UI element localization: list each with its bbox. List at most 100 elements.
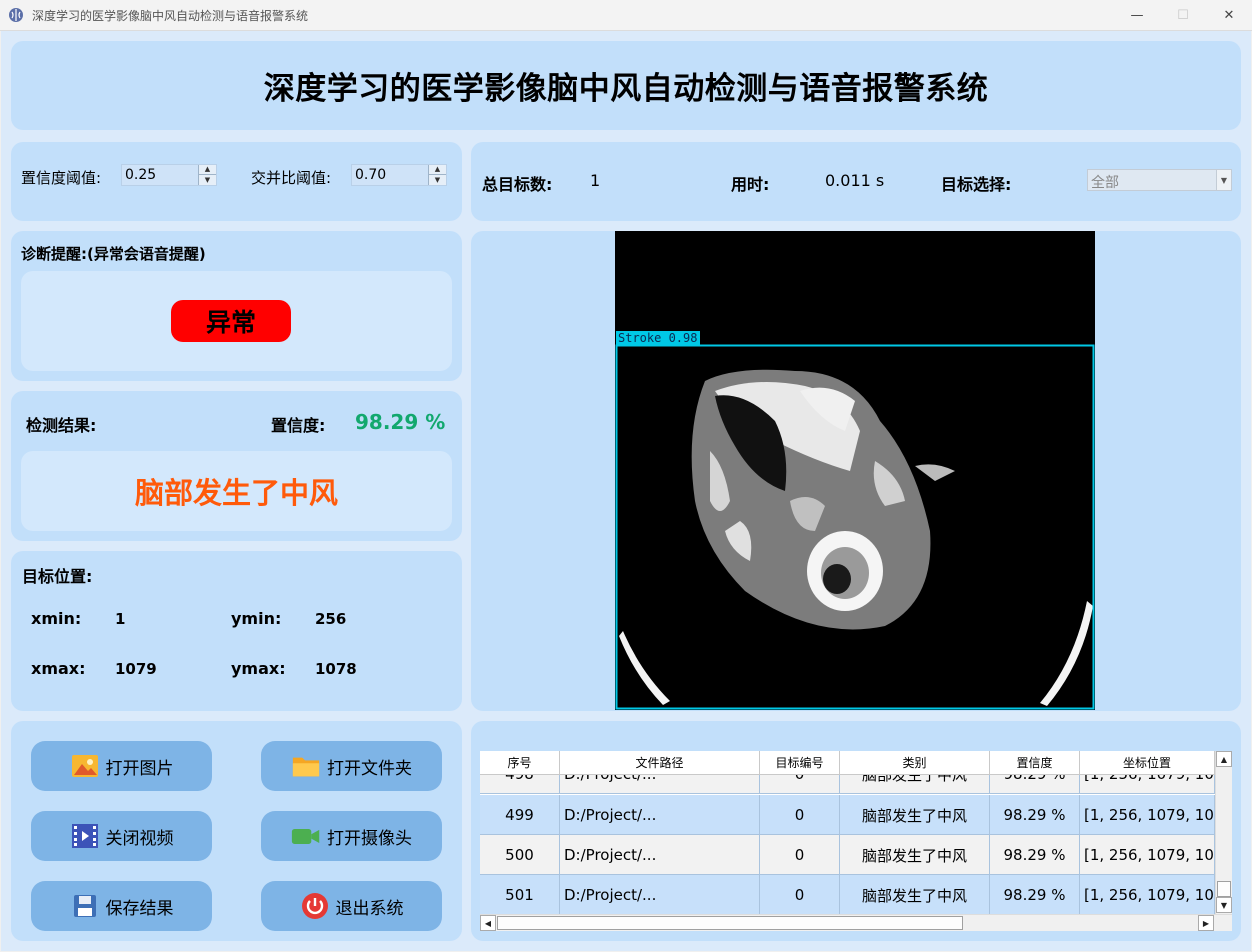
elapsed-time-value: 0.011 s: [825, 171, 885, 190]
vertical-scroll-thumb[interactable]: [1217, 881, 1231, 897]
ymax-value: 1078: [315, 660, 357, 678]
total-targets-label: 总目标数:: [482, 175, 553, 194]
cell-coords: [1, 256, 1079, 1078]: [1080, 795, 1215, 835]
folder-icon: [291, 751, 321, 781]
cell-index: 499: [480, 795, 560, 835]
detection-result-label: 检测结果:: [26, 416, 97, 435]
spin-up-icon[interactable]: ▲: [199, 165, 216, 175]
window-title: 深度学习的医学影像脑中风自动检测与语音报警系统: [32, 8, 309, 23]
column-header-path[interactable]: 文件路径: [560, 751, 760, 775]
cell-confidence: 98.29 %: [990, 835, 1080, 875]
close-video-label: 关闭视频: [105, 828, 174, 849]
power-icon: [300, 891, 330, 921]
ymin-value: 256: [315, 610, 347, 628]
maximize-button[interactable]: ☐: [1160, 0, 1206, 31]
cell-confidence: 98.29 %: [990, 795, 1080, 835]
ymin-label: ymin:: [231, 609, 282, 628]
confidence-label: 置信度:: [271, 416, 326, 435]
open-image-button[interactable]: 打开图片: [31, 741, 212, 791]
open-camera-label: 打开摄像头: [327, 828, 412, 849]
scroll-up-icon[interactable]: ▲: [1216, 751, 1232, 767]
exit-system-button[interactable]: 退出系统: [261, 881, 442, 931]
scroll-down-icon[interactable]: ▼: [1216, 897, 1232, 913]
xmax-value: 1079: [115, 660, 157, 678]
cell-path: D:/Project/...: [560, 835, 760, 875]
minimize-button[interactable]: —: [1114, 0, 1160, 31]
target-select-value: 全部: [1091, 175, 1119, 191]
cell-confidence: 98.29 %: [990, 875, 1080, 915]
confidence-value: 98.29 %: [355, 410, 446, 434]
spin-up-icon[interactable]: ▲: [429, 165, 446, 175]
diagnosis-status-badge: 异常: [171, 300, 291, 342]
scroll-right-icon[interactable]: ▶: [1198, 915, 1214, 931]
conf-threshold-label: 置信度阈值:: [21, 169, 102, 187]
xmin-value: 1: [115, 610, 126, 628]
save-result-label: 保存结果: [105, 898, 174, 919]
ct-image-display: Stroke 0.98: [615, 231, 1095, 710]
iou-threshold-spinbox[interactable]: 0.70 ▲ ▼: [351, 164, 447, 186]
open-image-label: 打开图片: [105, 758, 174, 779]
cell-coords: [1, 256, 1079, 1078]: [1080, 875, 1215, 915]
iou-threshold-value: 0.70: [355, 167, 387, 183]
image-icon: [70, 751, 100, 781]
spin-down-icon[interactable]: ▼: [199, 175, 216, 185]
column-header-index[interactable]: 序号: [480, 751, 560, 775]
open-camera-button[interactable]: 打开摄像头: [261, 811, 442, 861]
ct-scan-image: [615, 231, 1095, 710]
column-header-coords[interactable]: 坐标位置: [1080, 751, 1215, 775]
elapsed-time-label: 用时:: [731, 175, 770, 194]
cell-path: D:/Project/...: [560, 795, 760, 835]
table-header: 序号 文件路径 目标编号 类别 置信度 坐标位置: [480, 751, 1215, 775]
conf-threshold-value: 0.25: [125, 167, 157, 183]
cell-target-id: 0: [760, 835, 840, 875]
brain-app-icon: [9, 8, 23, 22]
scroll-left-icon[interactable]: ◀: [480, 915, 496, 931]
chevron-down-icon[interactable]: ▼: [1216, 170, 1231, 190]
target-select-dropdown[interactable]: 全部 ▼: [1087, 169, 1232, 191]
cell-index: 500: [480, 835, 560, 875]
table-row[interactable]: 499 D:/Project/... 0 脑部发生了中风 98.29 % [1,…: [480, 795, 1215, 835]
table-horizontal-scrollbar[interactable]: ◀ ▶: [480, 914, 1232, 931]
table-row[interactable]: 501 D:/Project/... 0 脑部发生了中风 98.29 % [1,…: [480, 875, 1215, 915]
conf-threshold-spinbox[interactable]: 0.25 ▲ ▼: [121, 164, 217, 186]
window-titlebar: 深度学习的医学影像脑中风自动检测与语音报警系统 — ☐ ✕: [0, 0, 1252, 31]
page-title: 深度学习的医学影像脑中风自动检测与语音报警系统: [263, 71, 989, 107]
total-targets-value: 1: [590, 171, 601, 190]
close-window-button[interactable]: ✕: [1206, 0, 1252, 31]
save-result-button[interactable]: 保存结果: [31, 881, 212, 931]
video-film-icon: [70, 821, 100, 851]
open-folder-button[interactable]: 打开文件夹: [261, 741, 442, 791]
column-header-target-id[interactable]: 目标编号: [760, 751, 840, 775]
xmin-label: xmin:: [31, 609, 82, 628]
diagnosis-label: 诊断提醒:(异常会语音提醒): [21, 245, 206, 263]
xmax-label: xmax:: [31, 659, 86, 678]
column-header-class[interactable]: 类别: [840, 751, 990, 775]
cell-coords: [1, 256, 1079, 1078]: [1080, 835, 1215, 875]
cell-index: 501: [480, 875, 560, 915]
spin-down-icon[interactable]: ▼: [429, 175, 446, 185]
result-inner-box: 脑部发生了中风: [21, 451, 452, 531]
close-video-button[interactable]: 关闭视频: [31, 811, 212, 861]
table-row[interactable]: 500 D:/Project/... 0 脑部发生了中风 98.29 % [1,…: [480, 835, 1215, 875]
cell-class: 脑部发生了中风: [840, 795, 990, 835]
cell-class: 脑部发生了中风: [840, 835, 990, 875]
table-vertical-scrollbar[interactable]: ▲ ▼: [1215, 751, 1232, 914]
iou-threshold-label: 交并比阈值:: [251, 169, 332, 187]
horizontal-scroll-thumb[interactable]: [497, 916, 963, 930]
open-folder-label: 打开文件夹: [327, 758, 412, 779]
cell-target-id: 0: [760, 875, 840, 915]
cell-target-id: 0: [760, 795, 840, 835]
save-disk-icon: [70, 891, 100, 921]
cell-class: 脑部发生了中风: [840, 875, 990, 915]
exit-system-label: 退出系统: [335, 898, 404, 919]
cell-path: D:/Project/...: [560, 875, 760, 915]
detection-result-text: 脑部发生了中风: [134, 476, 338, 510]
detection-box-label: Stroke 0.98: [618, 331, 698, 345]
camera-icon: [291, 821, 321, 851]
target-position-label: 目标位置:: [22, 567, 93, 586]
results-table[interactable]: 序号 文件路径 目标编号 类别 置信度 坐标位置 498 D:/Project/…: [480, 751, 1232, 915]
ymax-label: ymax:: [231, 659, 286, 678]
header-panel: 深度学习的医学影像脑中风自动检测与语音报警系统: [11, 41, 1241, 130]
target-select-label: 目标选择:: [941, 175, 1012, 194]
column-header-confidence[interactable]: 置信度: [990, 751, 1080, 775]
